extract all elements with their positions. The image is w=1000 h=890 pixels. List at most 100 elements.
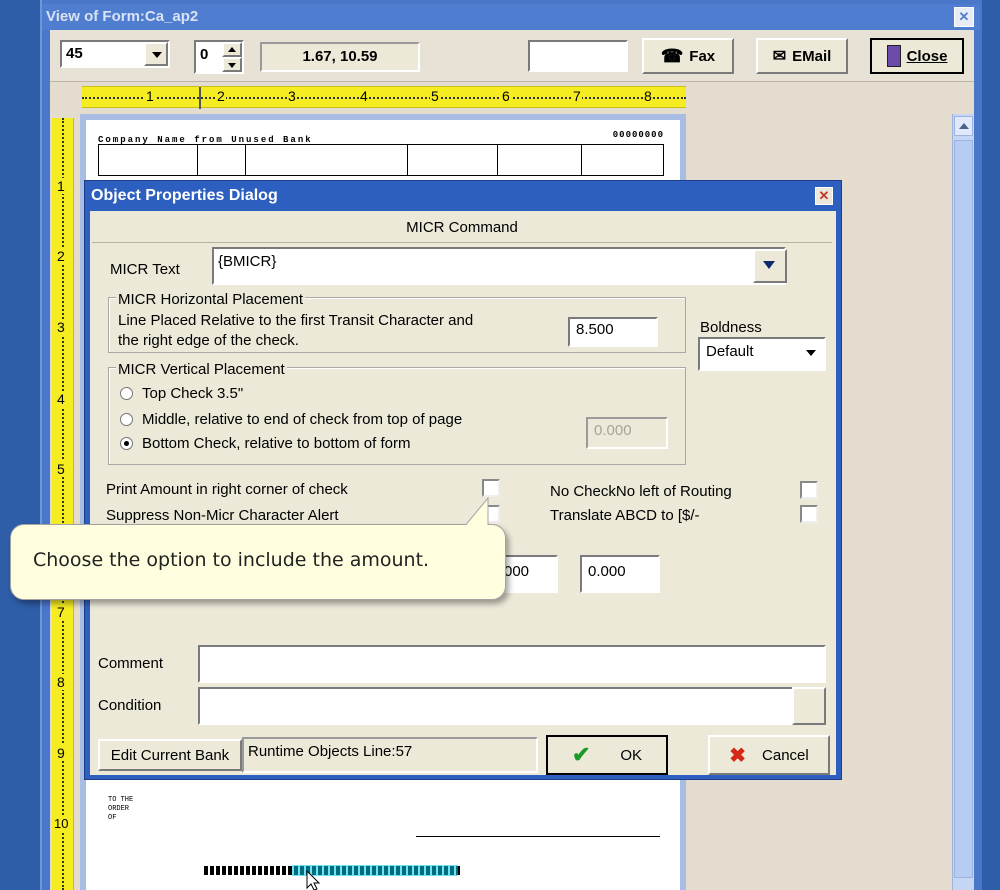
- micr-text-value: {BMICR}: [218, 253, 277, 270]
- ruler-tick: 5: [57, 461, 65, 477]
- ok-label: OK: [620, 746, 643, 764]
- check-columns: [98, 144, 664, 176]
- chevron-down-icon: [806, 350, 816, 356]
- horizontal-placement-input[interactable]: 8.500: [568, 317, 658, 347]
- micr-text-input[interactable]: {BMICR}: [212, 247, 786, 285]
- stepper-down-button[interactable]: [222, 57, 242, 72]
- micr-text-label: MICR Text: [110, 261, 180, 278]
- coordinate-readout: 1.67, 10.59: [260, 42, 420, 72]
- radio-button-selected[interactable]: [120, 437, 133, 450]
- ruler-tick: 8: [57, 674, 65, 690]
- micr-text-dropdown-button[interactable]: [753, 249, 787, 283]
- object-properties-dialog: Object Properties Dialog ✕ MICR Command …: [84, 180, 842, 780]
- no-checkno-checkbox[interactable]: [800, 481, 818, 499]
- radio-top-check[interactable]: Top Check 3.5": [120, 385, 243, 402]
- coordinate-text: 1.67, 10.59: [302, 48, 378, 65]
- fax-button[interactable]: ☎ Fax: [642, 38, 734, 74]
- status-text: Runtime Objects Line:57: [248, 743, 413, 760]
- comment-input[interactable]: [198, 645, 826, 683]
- radio-button[interactable]: [120, 413, 133, 426]
- check-number: 00000000: [612, 130, 664, 140]
- ruler-tick: 2: [57, 248, 65, 264]
- ruler-tick: 3: [57, 319, 65, 335]
- dialog-body: MICR Command MICR Text {BMICR} MICR Hori…: [90, 211, 836, 775]
- horizontal-desc-2: the right edge of the check.: [118, 332, 299, 349]
- dialog-close-icon[interactable]: ✕: [815, 187, 833, 205]
- condition-label: Condition: [98, 697, 162, 714]
- ruler-tick: 7: [57, 604, 65, 620]
- pay-line: ORDER: [108, 805, 130, 813]
- radio-bottom-label: Bottom Check, relative to bottom of form: [142, 435, 411, 452]
- chevron-up-icon: [228, 47, 236, 52]
- no-checkno-label: No CheckNo left of Routing: [550, 483, 732, 500]
- print-amount-checkbox[interactable]: [482, 479, 500, 497]
- horizontal-group-title: MICR Horizontal Placement: [116, 291, 306, 308]
- translate-abcd-label: Translate ABCD to [$/-: [550, 507, 700, 524]
- horizontal-ruler: 1 2 3 4 5 6 7 8: [82, 86, 686, 109]
- horizontal-desc-1: Line Placed Relative to the first Transi…: [118, 312, 474, 329]
- scroll-up-button[interactable]: [954, 116, 973, 136]
- offset-field-b-value: 0.000: [588, 563, 626, 580]
- tooltip-pointer: [462, 496, 490, 528]
- ok-button[interactable]: ✔ OK: [546, 735, 668, 775]
- page-stepper[interactable]: 0: [194, 40, 244, 74]
- cancel-label: Cancel: [762, 746, 809, 764]
- zoom-dropdown-button[interactable]: [144, 42, 168, 66]
- page-value: 0: [200, 46, 209, 63]
- horizontal-placement-value: 8.500: [576, 321, 614, 338]
- mouse-cursor: [306, 870, 321, 890]
- window-title: View of Form:Ca_ap2: [46, 8, 199, 25]
- cancel-button[interactable]: ✖ Cancel: [708, 735, 830, 775]
- ruler-tick: 1: [145, 88, 155, 104]
- scroll-thumb[interactable]: [954, 140, 973, 878]
- translate-abcd-checkbox[interactable]: [800, 505, 818, 523]
- zoom-value: 45: [66, 45, 83, 62]
- chevron-down-icon: [152, 52, 162, 58]
- door-icon: [886, 45, 901, 67]
- ruler-dots: [82, 97, 686, 99]
- comment-label: Comment: [98, 655, 164, 672]
- dialog-header: MICR Command: [406, 219, 518, 236]
- ruler-dots: [62, 118, 64, 890]
- pay-line: OF: [108, 814, 117, 822]
- edit-current-bank-label: Edit Current Bank: [110, 746, 230, 764]
- blank-field[interactable]: [528, 40, 628, 72]
- email-button[interactable]: ✉ EMail: [756, 38, 848, 74]
- cancel-x-icon: ✖: [729, 744, 747, 767]
- close-window-icon[interactable]: ✕: [954, 7, 974, 27]
- condition-input[interactable]: [198, 687, 796, 725]
- radio-top-label: Top Check 3.5": [142, 385, 244, 402]
- stepper-up-button[interactable]: [222, 42, 242, 57]
- dialog-title: Object Properties Dialog: [91, 187, 278, 204]
- ruler-tick: 2: [216, 88, 226, 104]
- dialog-title-bar: Object Properties Dialog ✕: [85, 181, 841, 211]
- close-label: Close: [906, 47, 948, 65]
- ruler-tick: 5: [430, 88, 440, 104]
- status-field: Runtime Objects Line:57: [242, 737, 538, 773]
- ruler-tick: 8: [643, 88, 653, 104]
- pay-to-label: TO THE ORDER OF: [108, 796, 133, 823]
- offset-field-b[interactable]: 0.000: [580, 555, 660, 593]
- email-label: EMail: [792, 47, 832, 65]
- ruler-tick: 1: [57, 178, 65, 194]
- fax-icon: ☎: [660, 45, 684, 66]
- check-header: Company Name from Unused Bank 00000000: [98, 130, 664, 145]
- fax-label: Fax: [689, 47, 716, 65]
- edit-current-bank-button[interactable]: Edit Current Bank: [98, 739, 242, 771]
- radio-button[interactable]: [120, 387, 133, 400]
- ruler-tick: 9: [57, 745, 65, 761]
- title-bar: View of Form:Ca_ap2 ✕: [42, 4, 980, 30]
- signature-line: [416, 836, 660, 837]
- radio-bottom-check[interactable]: Bottom Check, relative to bottom of form: [120, 435, 410, 452]
- radio-middle-label: Middle, relative to end of check from to…: [142, 411, 463, 428]
- zoom-select[interactable]: 45: [60, 40, 170, 68]
- offset-field-a-value: 000: [504, 563, 530, 580]
- ruler-tick: 6: [501, 88, 511, 104]
- ruler-tick: 4: [359, 88, 369, 104]
- vertical-scrollbar[interactable]: [952, 114, 974, 890]
- close-button[interactable]: Close: [870, 38, 964, 74]
- boldness-select[interactable]: Default: [698, 337, 826, 371]
- condition-builder-button[interactable]: [792, 687, 826, 725]
- radio-middle[interactable]: Middle, relative to end of check from to…: [120, 411, 462, 428]
- vertical-placement-input[interactable]: 0.000: [586, 417, 668, 449]
